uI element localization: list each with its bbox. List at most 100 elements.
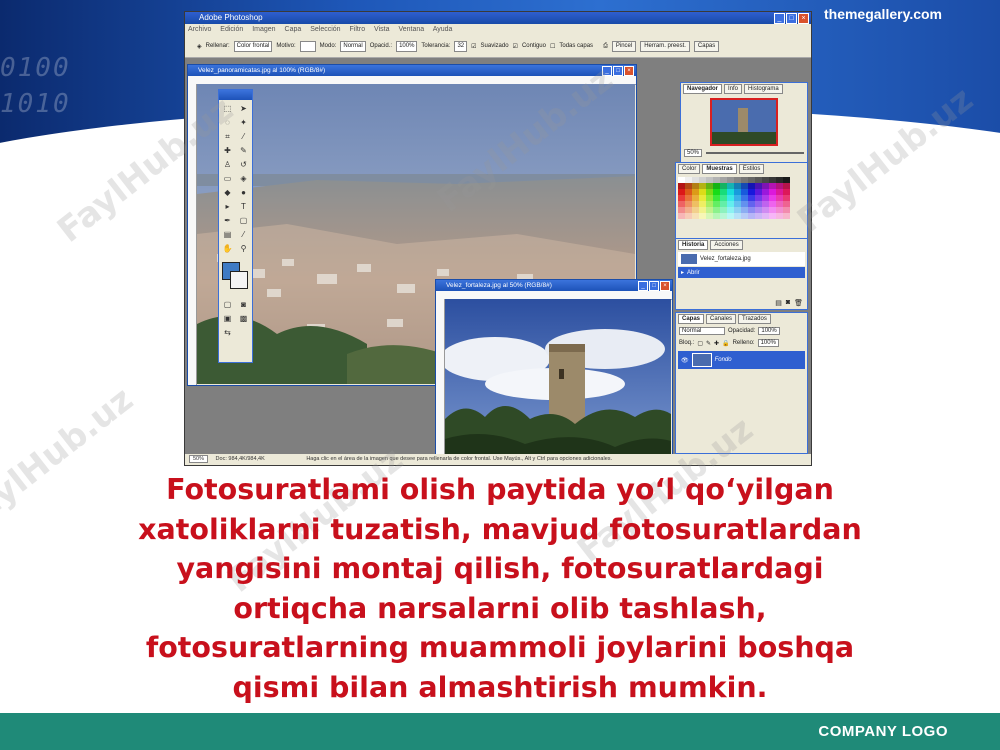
menu-item[interactable]: Imagen <box>252 26 275 33</box>
blend-mode-select[interactable]: Normal <box>679 327 725 335</box>
menu-item[interactable]: Ventana <box>398 26 424 33</box>
pattern-picker[interactable] <box>299 40 316 52</box>
document-window-fortress[interactable]: Velez_fortaleza.jpg al 50% (RGB/8#) _ □ × <box>435 279 673 465</box>
menu-item[interactable]: Capa <box>285 26 302 33</box>
menu-item[interactable]: Filtro <box>350 26 366 33</box>
eyedropper-tool-icon[interactable]: ⁄ <box>237 229 250 241</box>
site-url[interactable]: themegallery.com <box>824 6 942 22</box>
imageready-icon[interactable]: ⇆ <box>221 327 234 339</box>
layer-row[interactable]: 👁 Fondo <box>678 351 805 369</box>
tab-paths[interactable]: Trazados <box>738 314 771 324</box>
smoothed-checkbox[interactable]: ☑ <box>471 43 476 50</box>
paint-bucket-icon[interactable]: ◈ <box>197 43 202 50</box>
history-state[interactable]: ▸ Abrir <box>678 267 805 278</box>
history-snapshot[interactable]: Velez_fortaleza.jpg <box>678 252 805 266</box>
maximize-icon[interactable]: □ <box>649 281 659 291</box>
navigator-preview[interactable] <box>710 98 778 146</box>
tab-layers[interactable]: Capas <box>678 314 705 324</box>
layer-opacity-input[interactable]: 100% <box>758 327 780 335</box>
swatch[interactable] <box>692 213 699 219</box>
minimize-icon[interactable]: _ <box>774 13 785 24</box>
menu-item[interactable]: Edición <box>220 26 243 33</box>
slice-tool-icon[interactable]: ⁄ <box>237 131 250 143</box>
swatch[interactable] <box>741 213 748 219</box>
close-icon[interactable]: × <box>624 66 634 76</box>
lock-position-icon[interactable]: ✚ <box>714 340 719 347</box>
pen-tool-icon[interactable]: ✒ <box>221 215 234 227</box>
layer-fill-input[interactable]: 100% <box>757 339 779 347</box>
healing-brush-icon[interactable]: ✚ <box>221 145 234 157</box>
zoom-slider[interactable] <box>706 152 804 154</box>
swatch[interactable] <box>678 213 685 219</box>
tab-actions[interactable]: Acciones <box>710 240 743 250</box>
swatch[interactable] <box>713 213 720 219</box>
menu-item[interactable]: Ayuda <box>433 26 453 33</box>
menu-item[interactable]: Archivo <box>188 26 211 33</box>
swatch[interactable] <box>685 213 692 219</box>
fullscreen-mode-icon[interactable]: ▩ <box>237 313 250 325</box>
zoom-readout[interactable]: 50% <box>189 455 209 463</box>
swatch[interactable] <box>706 213 713 219</box>
quickmask-mode-icon[interactable]: ◙ <box>237 299 250 311</box>
swatch[interactable] <box>720 213 727 219</box>
standard-mode-icon[interactable]: ▢ <box>221 299 234 311</box>
tab-color[interactable]: Color <box>678 164 701 174</box>
dodge-tool-icon[interactable]: ● <box>237 187 250 199</box>
swatch[interactable] <box>769 213 776 219</box>
menu-item[interactable]: Vista <box>374 26 389 33</box>
stamp-tool-icon[interactable]: ♙ <box>221 159 234 171</box>
contiguous-checkbox[interactable]: ☑ <box>513 43 518 50</box>
brush-tool-icon[interactable]: ✎ <box>237 145 250 157</box>
color-swatches[interactable] <box>222 262 249 292</box>
tab-history[interactable]: Historia <box>678 240 709 250</box>
tab-info[interactable]: Info <box>724 84 743 94</box>
close-icon[interactable]: × <box>798 13 809 24</box>
mode-select[interactable]: Normal <box>340 40 366 52</box>
all-layers-checkbox[interactable]: ☐ <box>550 43 555 50</box>
eraser-tool-icon[interactable]: ▭ <box>221 173 234 185</box>
swatch[interactable] <box>699 213 706 219</box>
lock-transparency-icon[interactable]: ▢ <box>697 340 703 347</box>
paint-bucket-tool-icon[interactable]: ◈ <box>237 173 250 185</box>
tab-navigator[interactable]: Navegador <box>683 84 723 94</box>
fill-select[interactable]: Color frontal <box>233 40 273 52</box>
close-icon[interactable]: × <box>660 281 670 291</box>
trash-icon[interactable]: 🗑 <box>794 299 803 307</box>
swatch[interactable] <box>755 213 762 219</box>
swatch-grid[interactable] <box>676 175 807 221</box>
navigator-zoom-input[interactable]: 50% <box>684 149 703 157</box>
notes-tool-icon[interactable]: ▤ <box>221 229 234 241</box>
visibility-eye-icon[interactable]: 👁 <box>681 357 689 364</box>
path-select-icon[interactable]: ▸ <box>221 201 234 213</box>
new-document-icon[interactable]: ▤ <box>775 299 782 307</box>
swatch[interactable] <box>762 213 769 219</box>
tab-channels[interactable]: Canales <box>706 314 737 324</box>
snapshot-icon[interactable]: ◙ <box>786 299 790 307</box>
screen-mode-icon[interactable]: ▣ <box>221 313 234 325</box>
tab-swatches[interactable]: Muestras <box>702 164 737 174</box>
tab-layer-comps[interactable]: Capas <box>693 40 720 52</box>
shape-tool-icon[interactable]: ▢ <box>237 215 250 227</box>
menu-item[interactable]: Selección <box>310 26 340 33</box>
maximize-icon[interactable]: □ <box>786 13 797 24</box>
minimize-icon[interactable]: _ <box>638 281 648 291</box>
tab-histogram[interactable]: Histograma <box>744 84 783 94</box>
tab-brushes[interactable]: Pincel <box>611 40 637 52</box>
type-tool-icon[interactable]: T <box>237 201 250 213</box>
background-color-icon[interactable] <box>230 271 248 289</box>
hand-tool-icon[interactable]: ✋ <box>221 243 234 255</box>
tab-tool-presets[interactable]: Herram. preest. <box>640 40 690 52</box>
move-tool-icon[interactable]: ➤ <box>237 103 250 115</box>
opacity-input[interactable]: 100% <box>396 40 418 52</box>
printer-icon[interactable]: ⎙ <box>603 43 608 50</box>
swatch[interactable] <box>748 213 755 219</box>
tab-styles[interactable]: Estilos <box>738 164 765 174</box>
swatch[interactable] <box>727 213 734 219</box>
zoom-tool-icon[interactable]: ⚲ <box>237 243 250 255</box>
history-brush-icon[interactable]: ↺ <box>237 159 250 171</box>
tolerance-input[interactable]: 32 <box>454 40 468 52</box>
swatch[interactable] <box>776 213 783 219</box>
blur-tool-icon[interactable]: ◆ <box>221 187 234 199</box>
lock-all-icon[interactable]: 🔒 <box>722 340 729 347</box>
swatch[interactable] <box>734 213 741 219</box>
